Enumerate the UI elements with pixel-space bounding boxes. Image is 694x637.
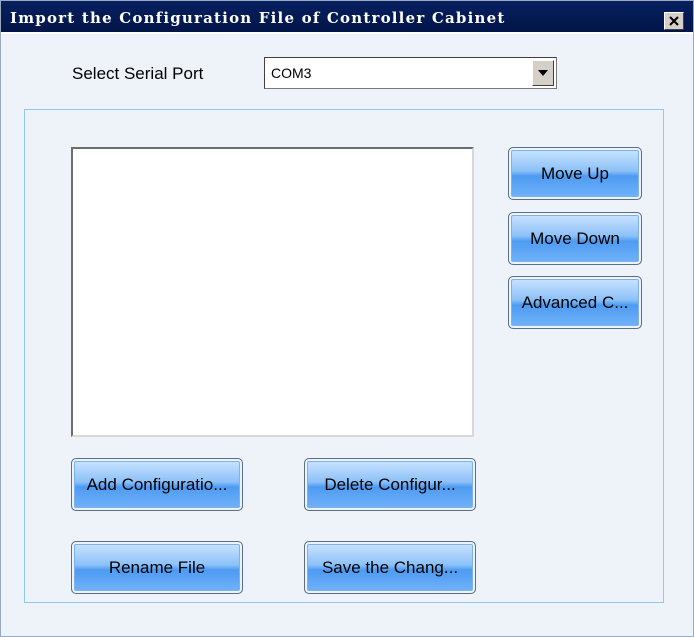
rename-file-label: Rename File — [108, 557, 206, 577]
title-bar[interactable]: Import the Configuration File of Control… — [1, 1, 693, 34]
delete-configuration-button[interactable]: Delete Configur... — [304, 458, 476, 511]
close-button[interactable] — [664, 12, 684, 30]
advanced-label: Advanced C... — [521, 292, 629, 312]
move-down-label: Move Down — [530, 228, 620, 248]
advanced-button[interactable]: Advanced C... — [508, 276, 642, 329]
move-down-button[interactable]: Move Down — [508, 212, 642, 265]
add-configuration-button[interactable]: Add Configuratio... — [71, 458, 243, 511]
add-configuration-label: Add Configuratio... — [86, 474, 228, 494]
dropdown-button[interactable] — [532, 60, 554, 86]
rename-file-button[interactable]: Rename File — [71, 541, 243, 594]
serial-port-value: COM3 — [271, 65, 312, 81]
window-title: Import the Configuration File of Control… — [10, 9, 506, 27]
save-changes-button[interactable]: Save the Chang... — [304, 541, 476, 594]
serial-port-label: Select Serial Port — [72, 64, 204, 83]
save-changes-label: Save the Chang... — [321, 557, 459, 577]
close-icon — [669, 16, 679, 26]
serial-port-select[interactable]: COM3 — [264, 57, 557, 89]
move-up-label: Move Up — [540, 163, 610, 183]
move-up-button[interactable]: Move Up — [508, 147, 642, 200]
dialog-window: Import the Configuration File of Control… — [0, 0, 694, 637]
configuration-file-list[interactable] — [71, 147, 474, 437]
delete-configuration-label: Delete Configur... — [324, 474, 456, 494]
chevron-down-icon — [538, 70, 548, 76]
